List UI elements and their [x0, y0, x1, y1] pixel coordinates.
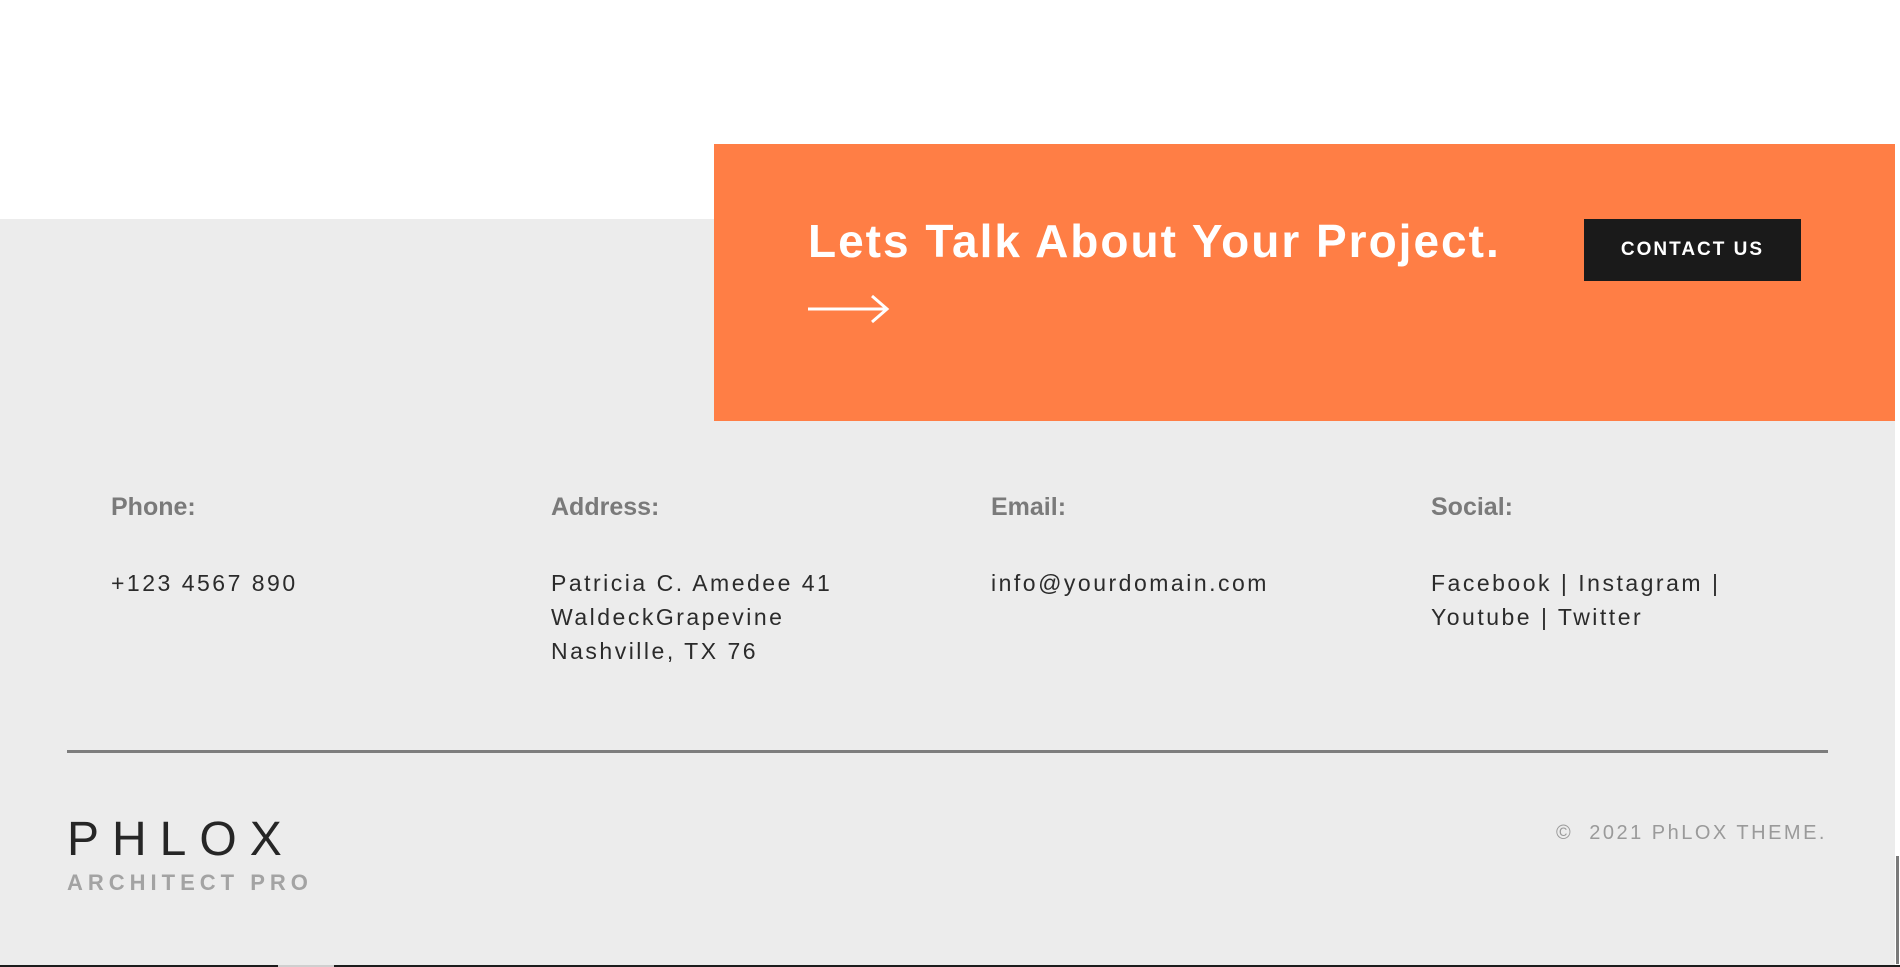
social-label: Social: [1431, 493, 1513, 521]
copyright-symbol: © [1555, 822, 1574, 844]
long-arrow-right-icon[interactable] [808, 292, 890, 326]
logo-subtitle: ARCHITECT PRO [67, 870, 313, 895]
scrollbar-thumb[interactable] [1896, 856, 1899, 964]
email-link[interactable]: info@yourdomain.com [991, 566, 1411, 600]
social-separator: | [1560, 570, 1579, 596]
facebook-link[interactable]: Facebook [1431, 570, 1552, 596]
social-separator: | [1540, 604, 1558, 630]
footer-logo[interactable]: PHLOX ARCHITECT PRO [67, 816, 313, 896]
copyright: © 2021 PhLOX THEME. [1556, 822, 1827, 845]
page: Lets Talk About Your Project. CONTACT US… [0, 0, 1900, 967]
youtube-link[interactable]: Youtube [1431, 604, 1532, 630]
address-line-2: WaldeckGrapevine [551, 604, 785, 630]
scrollbar-track[interactable] [1895, 0, 1900, 965]
contact-us-button[interactable]: CONTACT US [1584, 219, 1801, 281]
social-separator: | [1711, 570, 1721, 596]
social-value: Facebook | Instagram | Youtube | Twitter [1431, 566, 1851, 634]
twitter-link[interactable]: Twitter [1558, 604, 1643, 630]
social-column: Social: Facebook | Instagram | Youtube |… [1431, 490, 1851, 634]
email-column: Email: info@yourdomain.com [991, 490, 1411, 600]
copyright-text: 2021 PhLOX THEME. [1589, 822, 1827, 844]
footer-divider [67, 750, 1828, 753]
cta-banner: Lets Talk About Your Project. CONTACT US [714, 144, 1895, 421]
phone-value: +123 4567 890 [111, 566, 531, 600]
address-value: Patricia C. Amedee 41 WaldeckGrapevine N… [551, 566, 971, 668]
address-label: Address: [551, 493, 660, 521]
logo-mark: PHLOX [67, 813, 295, 866]
instagram-link[interactable]: Instagram [1578, 570, 1703, 596]
social-line-2: Youtube | Twitter [1431, 600, 1851, 634]
phone-number[interactable]: +123 4567 890 [111, 566, 531, 600]
email-value: info@yourdomain.com [991, 566, 1411, 600]
phone-column: Phone: +123 4567 890 [111, 490, 531, 600]
phone-label: Phone: [111, 493, 196, 521]
email-label: Email: [991, 493, 1067, 521]
address-line-1: Patricia C. Amedee 41 [551, 570, 833, 596]
address-line-3: Nashville, TX 76 [551, 638, 759, 664]
address-column: Address: Patricia C. Amedee 41 WaldeckGr… [551, 490, 971, 668]
social-line-1: Facebook | Instagram | [1431, 566, 1851, 600]
cta-title: Lets Talk About Your Project. [808, 215, 1501, 267]
